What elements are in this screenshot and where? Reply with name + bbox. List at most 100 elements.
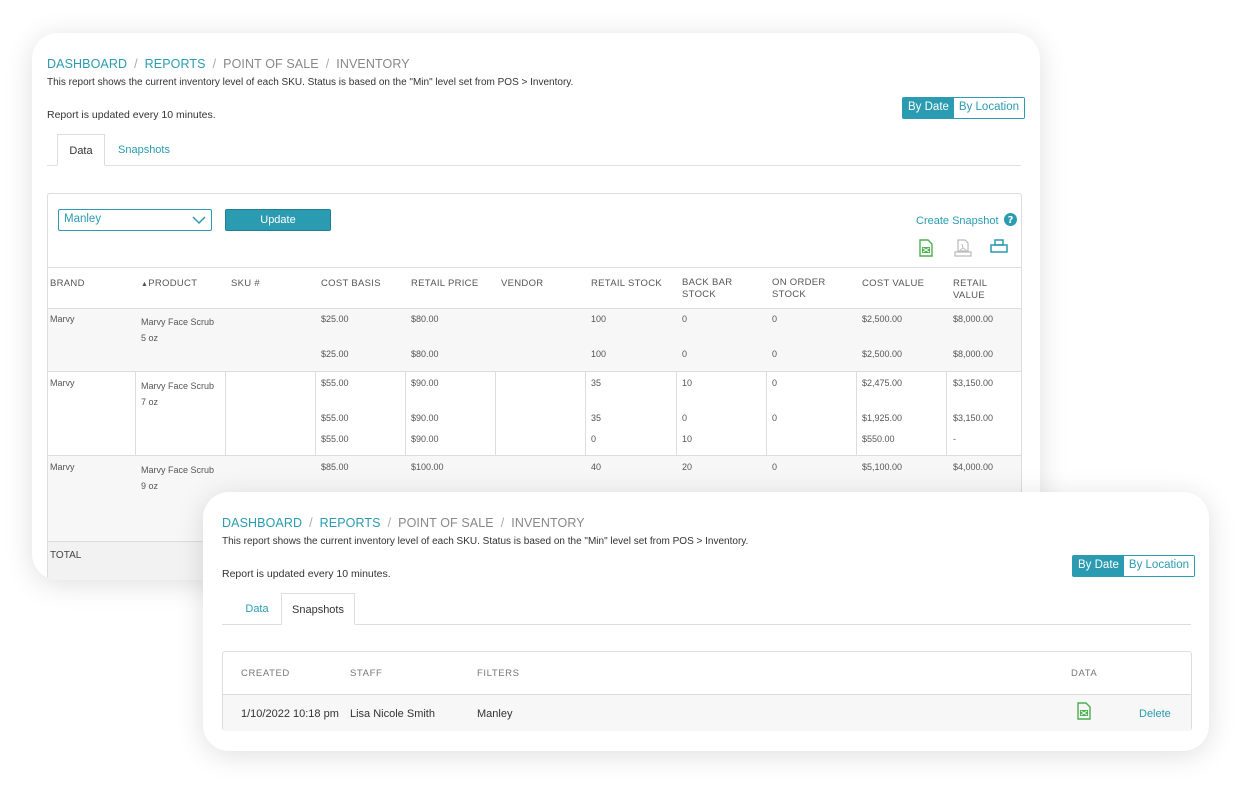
snapshots-panel: CREATED STAFF FILTERS DATA 1/10/2022 10:… xyxy=(222,651,1192,731)
tab-data[interactable]: Data xyxy=(57,134,105,166)
location-select[interactable]: Manley xyxy=(58,209,212,231)
g3r1-retail-stock: 40 xyxy=(591,462,602,472)
col-data: DATA xyxy=(1071,668,1098,679)
g1r1-on-order: 0 xyxy=(772,314,778,324)
g2r2-retail-stock: 35 xyxy=(591,413,602,423)
g2r3-retail-value: - xyxy=(953,434,956,444)
breadcrumb-reports[interactable]: REPORTS xyxy=(145,57,206,71)
breadcrumb: DASHBOARD / REPORTS / POINT OF SALE / INVENTOR… xyxy=(47,57,410,71)
g2r3-retail-stock: 0 xyxy=(591,434,597,444)
breadcrumb: DASHBOARD / REPORTS / POINT OF SALE / INVENTOR… xyxy=(222,516,585,530)
g3r1-cost-value: $5,100.00 xyxy=(862,462,903,472)
g2r1-back-bar: 10 xyxy=(682,378,693,388)
g2r3-retail-price: $90.00 xyxy=(411,434,439,444)
col-on-order-label-2: STOCK xyxy=(772,289,807,300)
chevron-down-icon xyxy=(192,216,206,225)
col-retail-value[interactable]: RETAIL VALUE xyxy=(953,278,1021,302)
g1r1-retail-price: $80.00 xyxy=(411,314,439,324)
g2r2-retail-value: $3,150.00 xyxy=(953,413,994,423)
g2r1-retail-value: $3,150.00 xyxy=(953,378,994,388)
tab-snapshots[interactable]: Snapshots xyxy=(281,593,355,625)
g2r3-cost-basis: $55.00 xyxy=(321,434,349,444)
snapshot-filters: Manley xyxy=(477,708,513,720)
group2-product-size: 7 oz xyxy=(141,397,159,407)
g3r1-retail-price: $100.00 xyxy=(411,462,444,472)
by-location-button[interactable]: By Location xyxy=(953,98,1025,118)
update-button[interactable]: Update xyxy=(225,209,331,231)
g1r2-back-bar: 0 xyxy=(682,349,688,359)
group3-product-name: Marvy Face Scrub xyxy=(141,465,215,475)
g1r2-retail-stock: 100 xyxy=(591,349,607,359)
delete-snapshot-link[interactable]: Delete xyxy=(1139,708,1171,720)
by-location-button[interactable]: By Location xyxy=(1123,556,1195,576)
col-retail-price[interactable]: RETAIL PRICE xyxy=(411,278,478,290)
col-product[interactable]: ▲PRODUCT xyxy=(141,278,197,291)
col-staff: STAFF xyxy=(350,668,383,679)
report-description: This report shows the current inventory … xyxy=(222,536,749,547)
inventory-report-snapshots-window: DASHBOARD / REPORTS / POINT OF SALE / INVENTOR… xyxy=(203,492,1209,751)
print-icon[interactable] xyxy=(990,239,1008,255)
report-description: This report shows the current inventory … xyxy=(47,77,574,88)
excel-icon[interactable] xyxy=(918,239,934,257)
breadcrumb-inventory: INVENTORY xyxy=(336,57,410,71)
g1r1-back-bar: 0 xyxy=(682,314,688,324)
g2r1-retail-stock: 35 xyxy=(591,378,602,388)
view-toggle: By Date By Location xyxy=(1072,555,1196,577)
col-retail-stock[interactable]: RETAIL STOCK xyxy=(591,278,662,290)
g2r2-back-bar: 0 xyxy=(682,413,688,423)
col-on-order-stock[interactable]: ON ORDER STOCK xyxy=(772,277,826,301)
g1r2-retail-price: $80.00 xyxy=(411,349,439,359)
col-cost-value[interactable]: COST VALUE xyxy=(862,278,924,290)
g1r1-retail-stock: 100 xyxy=(591,314,607,324)
view-toggle: By Date By Location xyxy=(902,97,1026,119)
col-sku[interactable]: SKU # xyxy=(231,278,260,290)
col-cost-basis[interactable]: COST BASIS xyxy=(321,278,381,290)
svg-text:?: ? xyxy=(1007,215,1013,226)
create-snapshot-label: Create Snapshot xyxy=(916,215,999,227)
g2r2-retail-price: $90.00 xyxy=(411,413,439,423)
tab-data[interactable]: Data xyxy=(236,593,278,625)
help-icon[interactable]: ? xyxy=(1003,213,1017,226)
group2-product-name: Marvy Face Scrub xyxy=(141,381,215,391)
breadcrumb-dashboard[interactable]: DASHBOARD xyxy=(47,57,127,71)
breadcrumb-point-of-sale[interactable]: POINT OF SALE xyxy=(223,57,319,71)
by-date-button[interactable]: By Date xyxy=(903,98,954,118)
g1r1-cost-value: $2,500.00 xyxy=(862,314,903,324)
group1-product-size: 5 oz xyxy=(141,333,159,343)
col-brand[interactable]: BRAND xyxy=(50,278,85,290)
pdf-icon[interactable] xyxy=(954,239,972,257)
g1r1-cost-basis: $25.00 xyxy=(321,314,349,324)
col-back-bar-stock[interactable]: BACK BAR STOCK xyxy=(682,277,732,301)
breadcrumb-dashboard[interactable]: DASHBOARD xyxy=(222,516,302,530)
tab-snapshots[interactable]: Snapshots xyxy=(109,134,179,166)
g2r1-retail-price: $90.00 xyxy=(411,378,439,388)
col-created: CREATED xyxy=(241,668,290,679)
excel-icon[interactable] xyxy=(1076,702,1092,720)
update-note: Report is updated every 10 minutes. xyxy=(222,568,391,580)
g1r2-cost-basis: $25.00 xyxy=(321,349,349,359)
breadcrumb-inventory: INVENTORY xyxy=(511,516,585,530)
g3r1-on-order: 0 xyxy=(772,462,778,472)
g2r1-on-order: 0 xyxy=(772,378,778,388)
group2-brand: Marvy xyxy=(50,378,75,388)
group2-product[interactable]: Marvy Face Scrub 7 oz xyxy=(141,378,214,410)
create-snapshot-link[interactable]: Create Snapshot ? xyxy=(916,213,1017,227)
snapshot-staff: Lisa Nicole Smith xyxy=(350,708,435,720)
g1r2-on-order: 0 xyxy=(772,349,778,359)
col-product-label: PRODUCT xyxy=(148,278,198,289)
g2r2-cost-value: $1,925.00 xyxy=(862,413,903,423)
col-filters: FILTERS xyxy=(477,668,520,679)
group1-brand: Marvy xyxy=(50,314,75,324)
group3-product[interactable]: Marvy Face Scrub 9 oz xyxy=(141,462,214,494)
g2r1-cost-basis: $55.00 xyxy=(321,378,349,388)
g1r2-cost-value: $2,500.00 xyxy=(862,349,903,359)
report-tabs: Data Snapshots xyxy=(47,134,1021,166)
location-select-value: Manley xyxy=(64,213,102,225)
by-date-button[interactable]: By Date xyxy=(1073,556,1124,576)
breadcrumb-point-of-sale[interactable]: POINT OF SALE xyxy=(398,516,494,530)
breadcrumb-reports[interactable]: REPORTS xyxy=(320,516,381,530)
col-vendor[interactable]: VENDOR xyxy=(501,278,543,290)
g3r1-back-bar: 20 xyxy=(682,462,693,472)
group1-product[interactable]: Marvy Face Scrub 5 oz xyxy=(141,314,214,346)
g2r3-back-bar: 10 xyxy=(682,434,693,444)
